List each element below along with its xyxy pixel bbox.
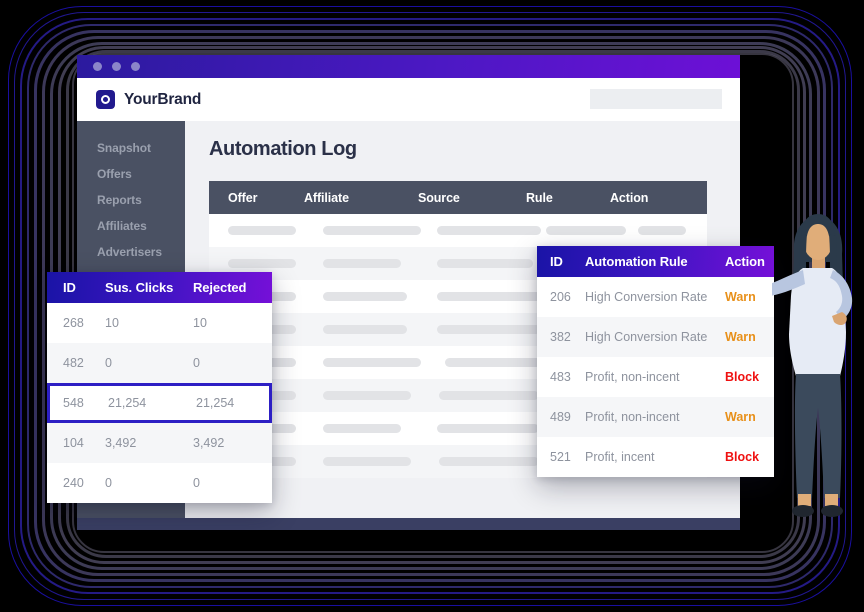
table-row[interactable] (209, 214, 707, 247)
skeleton-bar (439, 457, 539, 466)
cell-sus-clicks: 10 (105, 316, 119, 330)
cell-rule: High Conversion Rate (585, 330, 708, 344)
skeleton-bar (323, 325, 407, 334)
app-topbar: YourBrand (77, 78, 740, 121)
cell-rejected: 21,254 (196, 396, 235, 410)
cell-sus-clicks: 21,254 (108, 396, 147, 410)
skeleton-bar (228, 259, 296, 268)
column-header-automation-rule[interactable]: Automation Rule (585, 254, 725, 269)
sidebar-item-offers[interactable]: Offers (77, 161, 185, 187)
column-header-rule[interactable]: Rule (526, 191, 610, 205)
table-header-row: Offer Affiliate Source Rule Action (209, 181, 707, 214)
skeleton-bar (323, 358, 421, 367)
skeleton-bar (228, 226, 296, 235)
skeleton-bar (437, 424, 539, 433)
cell-sus-clicks: 0 (105, 356, 112, 370)
standing-woman-illustration (772, 214, 853, 517)
table-row[interactable]: 382 High Conversion Rate Warn (537, 317, 774, 357)
skeleton-bar (323, 457, 411, 466)
column-header-action[interactable]: Action (610, 191, 707, 205)
cell-sus-clicks: 3,492 (105, 436, 137, 450)
skeleton-bar (323, 391, 411, 400)
column-header-affiliate[interactable]: Affiliate (304, 191, 418, 205)
table-row[interactable]: 489 Profit, non-incent Warn (537, 397, 774, 437)
cell-id: 240 (63, 476, 84, 490)
search-input[interactable] (590, 89, 722, 109)
brand[interactable]: YourBrand (96, 90, 201, 109)
window-footer-bar (77, 518, 740, 530)
status-badge-action: Block (725, 450, 760, 464)
brand-name: YourBrand (124, 90, 202, 108)
skeleton-bar (323, 424, 401, 433)
status-badge-action: Warn (725, 410, 756, 424)
column-header-source[interactable]: Source (418, 191, 526, 205)
skeleton-bar (323, 292, 407, 301)
sidebar-item-snapshot[interactable]: Snapshot (77, 135, 185, 161)
sidebar-item-advertisers[interactable]: Advertisers (77, 239, 185, 265)
status-badge-action: Warn (725, 330, 756, 344)
status-badge-action: Block (725, 370, 760, 384)
cell-id: 104 (63, 436, 84, 450)
cell-rule: Profit, incent (585, 450, 655, 464)
column-header-sus-clicks[interactable]: Sus. Clicks (105, 280, 193, 295)
skeleton-bar (445, 358, 541, 367)
cell-id: 382 (550, 330, 571, 344)
cell-id: 482 (63, 356, 84, 370)
automation-rule-card: ID Automation Rule Action 206 High Conve… (537, 246, 774, 477)
table-row[interactable]: 482 0 0 (47, 343, 272, 383)
window-dot-close[interactable] (93, 62, 102, 71)
card-header-row: ID Sus. Clicks Rejected (47, 272, 272, 303)
cell-rejected: 3,492 (193, 436, 225, 450)
screenshot-stage: YourBrand Snapshot Offers Reports Affili… (0, 0, 864, 612)
skeleton-bar (439, 391, 539, 400)
cell-sus-clicks: 0 (105, 476, 112, 490)
column-header-rejected[interactable]: Rejected (193, 280, 272, 295)
table-row[interactable]: 240 0 0 (47, 463, 272, 503)
cell-rejected: 0 (193, 476, 200, 490)
cell-rule: Profit, non-incent (585, 410, 680, 424)
sidebar-item-reports[interactable]: Reports (77, 187, 185, 213)
table-row[interactable]: 483 Profit, non-incent Block (537, 357, 774, 397)
table-row[interactable]: 104 3,492 3,492 (47, 423, 272, 463)
card-header-row: ID Automation Rule Action (537, 246, 774, 277)
skeleton-bar (323, 259, 401, 268)
cell-id: 489 (550, 410, 571, 424)
cell-id: 483 (550, 370, 571, 384)
skeleton-bar (437, 292, 541, 301)
table-row[interactable]: 521 Profit, incent Block (537, 437, 774, 477)
cell-rule: High Conversion Rate (585, 290, 708, 304)
skeleton-bar (437, 259, 533, 268)
cell-id: 521 (550, 450, 571, 464)
skeleton-bar (437, 226, 541, 235)
status-badge-action: Warn (725, 290, 756, 304)
column-header-action[interactable]: Action (725, 254, 774, 269)
cell-rejected: 0 (193, 356, 200, 370)
cell-rule: Profit, non-incent (585, 370, 680, 384)
table-row[interactable]: 206 High Conversion Rate Warn (537, 277, 774, 317)
window-dot-minimize[interactable] (112, 62, 121, 71)
window-titlebar (77, 55, 740, 78)
table-row-selected[interactable]: 548 21,254 21,254 (47, 383, 272, 423)
skeleton-bar (437, 325, 541, 334)
column-header-offer[interactable]: Offer (209, 191, 304, 205)
column-header-id[interactable]: ID (537, 254, 585, 269)
ring-logo-icon (96, 90, 115, 109)
page-title: Automation Log (209, 138, 357, 160)
cell-id: 206 (550, 290, 571, 304)
cell-id: 548 (63, 396, 84, 410)
skeleton-bar (638, 226, 686, 235)
cell-id: 268 (63, 316, 84, 330)
skeleton-bar (323, 226, 421, 235)
cell-rejected: 10 (193, 316, 207, 330)
column-header-id[interactable]: ID (47, 280, 105, 295)
sidebar-item-affiliates[interactable]: Affiliates (77, 213, 185, 239)
window-dot-maximize[interactable] (131, 62, 140, 71)
suspicious-clicks-card: ID Sus. Clicks Rejected 268 10 10 482 0 … (47, 272, 272, 503)
table-row[interactable]: 268 10 10 (47, 303, 272, 343)
skeleton-bar (546, 226, 626, 235)
